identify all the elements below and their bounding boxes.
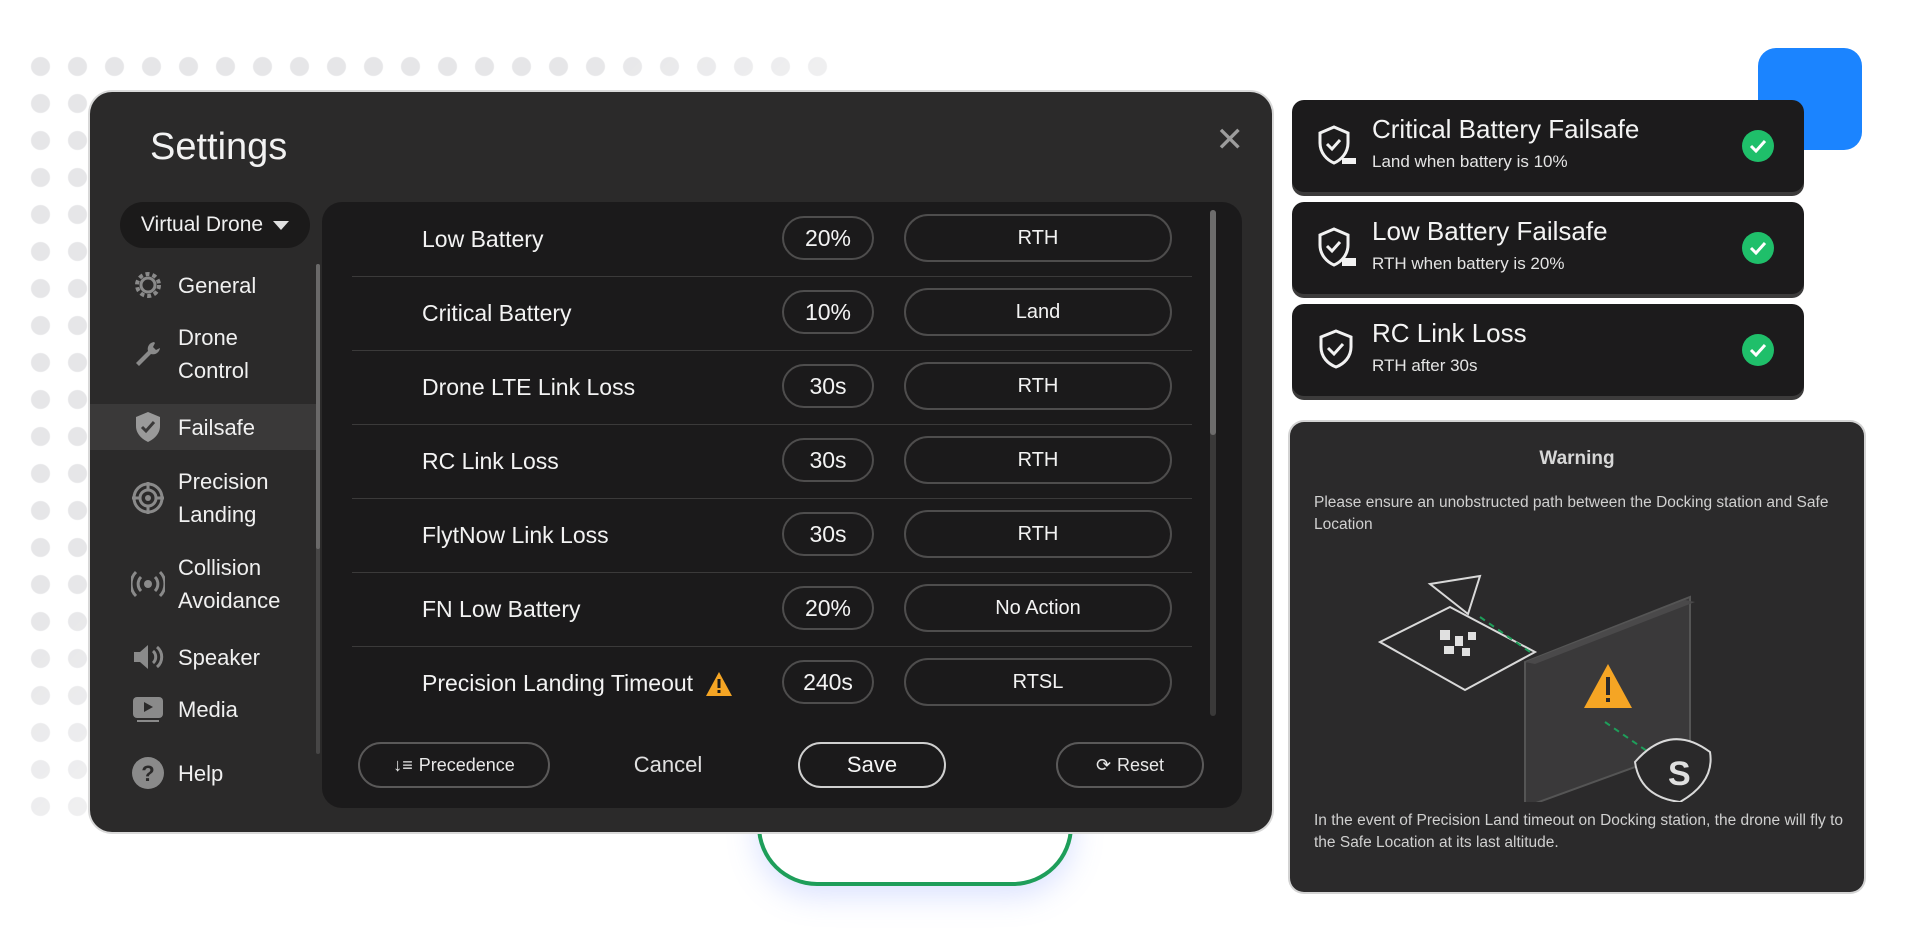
shield-check-icon <box>1319 329 1353 369</box>
help-icon: ? <box>130 755 166 791</box>
toast-rc-link-loss: RC Link Loss RTH after 30s <box>1292 304 1804 396</box>
table-row: Precision Landing Timeout 240s RTSL <box>352 646 1192 720</box>
check-circle-icon <box>1742 130 1774 162</box>
speaker-icon <box>130 639 166 675</box>
row-label: FN Low Battery <box>422 596 581 622</box>
settings-panel: Settings ✕ Virtual Drone General Drone C… <box>90 92 1272 832</box>
list-scrollbar[interactable] <box>1210 210 1216 716</box>
reset-button[interactable]: ⟳ Reset <box>1056 742 1204 788</box>
sidebar-item-label: Collision Avoidance <box>178 555 281 613</box>
threshold-input[interactable]: 30s <box>782 364 874 408</box>
warning-text-bottom: In the event of Precision Land timeout o… <box>1314 812 1844 851</box>
toast-subtitle: RTH when battery is 20% <box>1372 254 1565 273</box>
svg-text:?: ? <box>141 761 154 786</box>
sidebar-item-precision-landing[interactable]: Precision Landing <box>90 462 316 534</box>
precedence-label: Precedence <box>418 754 515 775</box>
drone-selector[interactable]: Virtual Drone <box>120 202 310 248</box>
sidebar-item-label: Precision Landing <box>178 469 269 527</box>
sidebar-item-label: Failsafe <box>178 414 256 440</box>
toast-subtitle: Land when battery is 10% <box>1372 152 1568 171</box>
docking-station-illustration: S <box>1377 574 1712 802</box>
warning-text-top: Please ensure an unobstructed path betwe… <box>1314 494 1829 533</box>
reset-label: Reset <box>1117 754 1165 775</box>
row-label: Critical Battery <box>422 300 572 326</box>
toast-title: Low Battery Failsafe <box>1372 216 1608 246</box>
warning-card: Warning Please ensure an unobstructed pa… <box>1290 422 1864 892</box>
sidebar-item-speaker[interactable]: Speaker <box>90 634 316 680</box>
shield-check-icon <box>1318 125 1356 165</box>
cancel-button[interactable]: Cancel <box>608 742 728 788</box>
precedence-button[interactable]: ↓≡ Precedence <box>358 742 550 788</box>
row-label: FlytNow Link Loss <box>422 522 609 548</box>
sidebar-item-drone-control[interactable]: Drone Control <box>90 318 316 390</box>
sidebar-item-label: Help <box>178 760 224 786</box>
sidebar-item-label: Drone Control <box>178 325 249 383</box>
threshold-input[interactable]: 20% <box>782 586 874 630</box>
gear-icon <box>130 267 166 303</box>
refresh-icon: ⟳ <box>1095 754 1112 775</box>
check-circle-icon <box>1742 232 1774 264</box>
failsafe-settings-list: Low Battery 20% RTH Critical Battery 10%… <box>322 202 1242 808</box>
sidebar-item-label: Media <box>178 696 238 722</box>
warning-title: Warning <box>1539 448 1615 469</box>
sidebar-item-label: Speaker <box>178 644 260 670</box>
threshold-input[interactable]: 30s <box>782 438 874 482</box>
table-row: FN Low Battery 20% No Action <box>352 572 1192 647</box>
warning-icon[interactable] <box>705 671 733 697</box>
settings-title: Settings <box>150 126 288 168</box>
close-icon[interactable]: ✕ <box>1216 120 1245 160</box>
toast-low-battery: Low Battery Failsafe RTH when battery is… <box>1292 202 1804 294</box>
caret-down-icon <box>273 220 290 230</box>
sidebar-item-failsafe[interactable]: Failsafe <box>90 404 316 450</box>
threshold-input[interactable]: 30s <box>782 512 874 556</box>
row-label: RC Link Loss <box>422 448 559 474</box>
target-icon <box>130 480 166 516</box>
action-select[interactable]: RTH <box>904 214 1172 262</box>
sidebar-item-help[interactable]: ? Help <box>90 750 316 796</box>
sort-icon: ↓≡ <box>393 754 413 775</box>
radar-icon <box>130 566 166 602</box>
svg-text:S: S <box>1668 755 1691 793</box>
toast-subtitle: RTH after 30s <box>1372 356 1478 375</box>
action-select[interactable]: RTH <box>904 362 1172 410</box>
drone-selector-label: Virtual Drone <box>140 213 264 236</box>
action-select[interactable]: RTH <box>904 510 1172 558</box>
sidebar-item-collision-avoidance[interactable]: Collision Avoidance <box>90 548 316 620</box>
sidebar-item-media[interactable]: Media <box>90 686 316 732</box>
action-select[interactable]: RTH <box>904 436 1172 484</box>
toast-title: Critical Battery Failsafe <box>1372 114 1640 144</box>
row-label: Precision Landing Timeout <box>422 670 733 697</box>
table-row: RC Link Loss 30s RTH <box>352 424 1192 499</box>
table-row: FlytNow Link Loss 30s RTH <box>352 498 1192 573</box>
sidebar-item-general[interactable]: General <box>90 262 316 308</box>
row-label: Low Battery <box>422 226 544 252</box>
shield-check-icon <box>130 409 166 445</box>
row-label: Drone LTE Link Loss <box>422 374 636 400</box>
table-row: Low Battery 20% RTH <box>352 202 1192 277</box>
threshold-input[interactable]: 20% <box>782 216 874 260</box>
shield-check-icon <box>1318 227 1356 267</box>
toast-title: RC Link Loss <box>1372 318 1527 348</box>
action-select[interactable]: RTSL <box>904 658 1172 706</box>
media-play-icon <box>130 691 166 727</box>
threshold-input[interactable]: 10% <box>782 290 874 334</box>
sidebar-scrollbar[interactable] <box>316 264 320 754</box>
action-select[interactable]: Land <box>904 288 1172 336</box>
check-circle-icon <box>1742 334 1774 366</box>
table-row: Critical Battery 10% Land <box>352 276 1192 351</box>
toast-critical-battery: Critical Battery Failsafe Land when batt… <box>1292 100 1804 192</box>
action-select[interactable]: No Action <box>904 584 1172 632</box>
wrench-icon <box>130 336 166 372</box>
save-button[interactable]: Save <box>798 742 946 788</box>
threshold-input[interactable]: 240s <box>782 660 874 704</box>
table-row: Drone LTE Link Loss 30s RTH <box>352 350 1192 425</box>
sidebar-item-label: General <box>178 272 257 298</box>
